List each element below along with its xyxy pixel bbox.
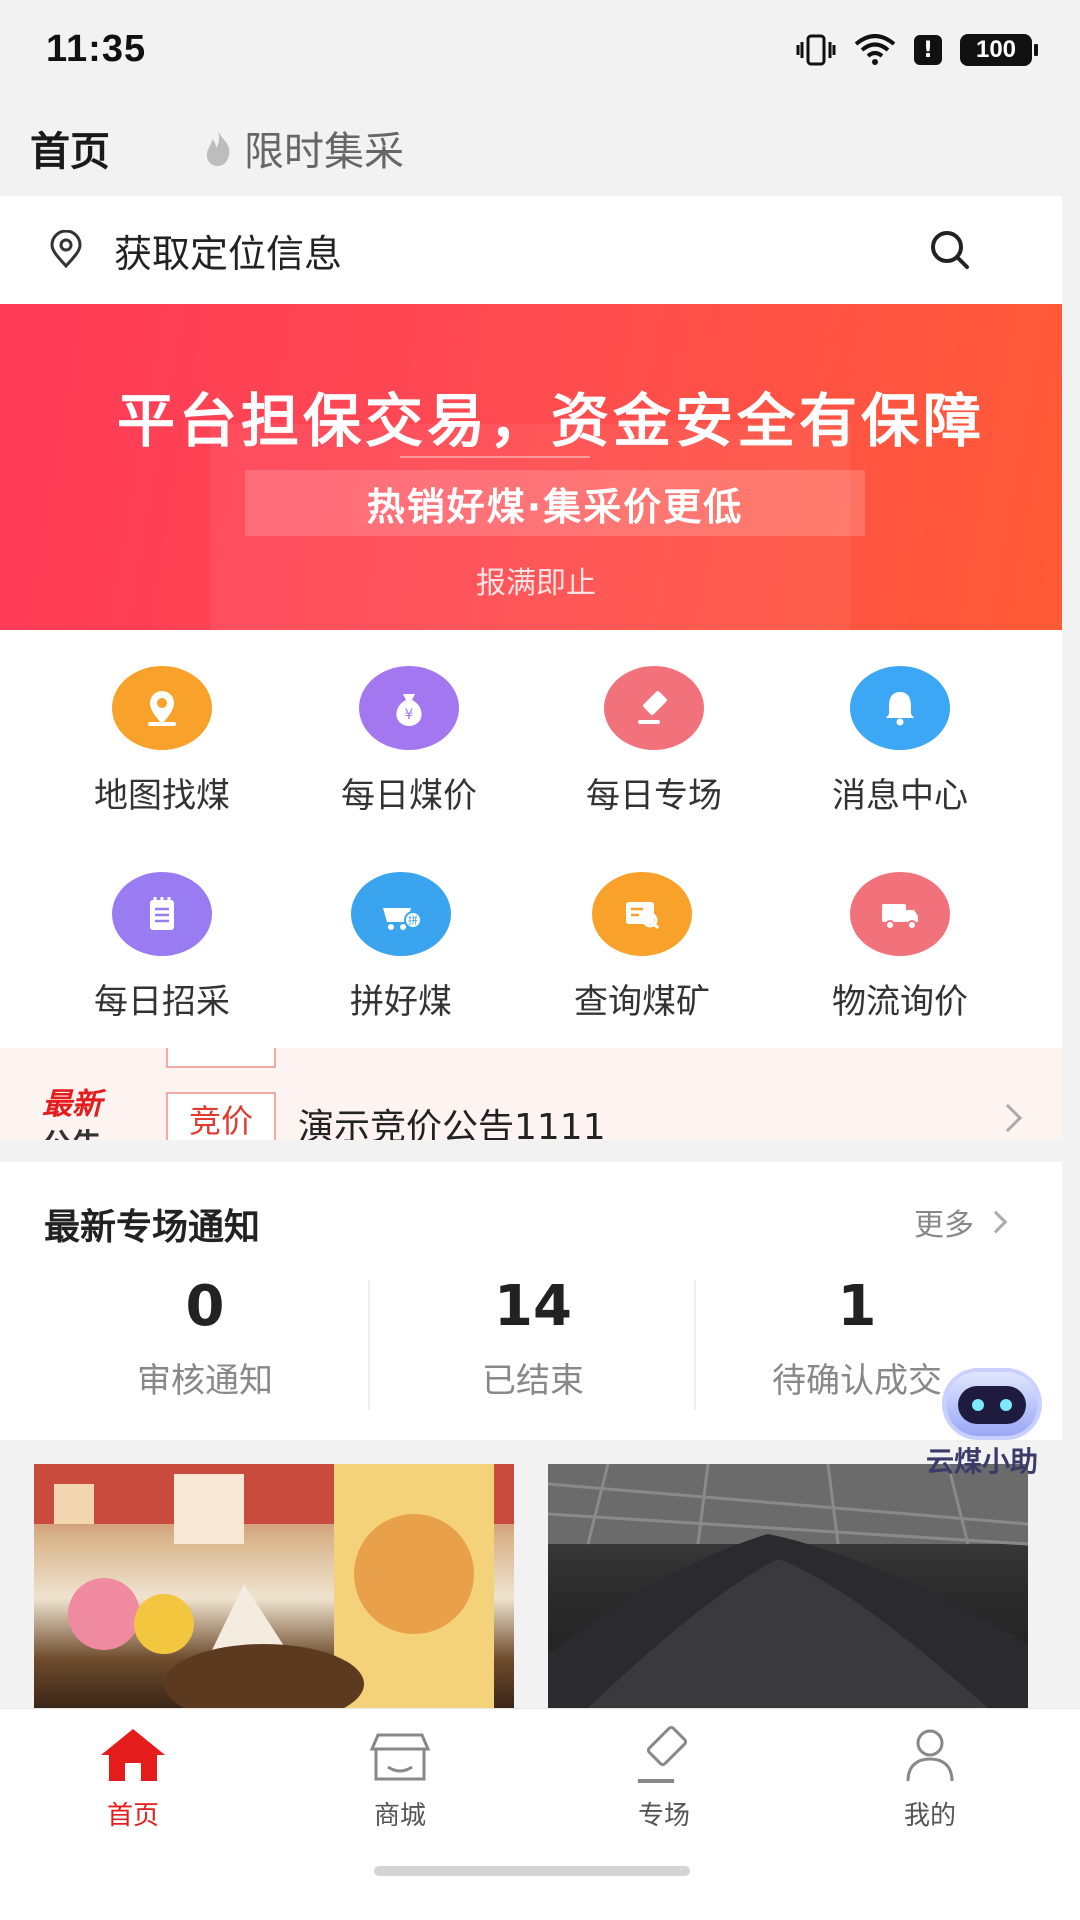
home-icon — [101, 1729, 165, 1781]
tab-flash-sale-label: 限时集采 — [244, 129, 404, 175]
location-pin-icon — [50, 230, 82, 269]
robot-face — [958, 1386, 1026, 1424]
chevron-right-icon — [993, 1103, 1023, 1133]
flame-icon — [206, 131, 230, 166]
quick-item-logistics-quote[interactable]: 物流询价 — [790, 872, 1010, 1023]
svg-text:拼: 拼 — [408, 914, 418, 927]
top-tabs: 首页 限时集采 — [0, 100, 1080, 196]
robot-eye — [1000, 1399, 1012, 1411]
battery-icon: 100 — [960, 34, 1038, 66]
store-icon — [369, 1733, 431, 1781]
tab-flash-sale[interactable]: 限时集采 — [198, 119, 404, 177]
robot-eye — [972, 1399, 984, 1411]
nav-mine[interactable]: 我的 — [830, 1725, 1030, 1832]
product-image-dessert[interactable] — [34, 1464, 514, 1708]
stat-ended[interactable]: 14 已结束 — [368, 1274, 698, 1402]
svg-text:¥: ¥ — [405, 707, 414, 723]
announcement-ticker[interactable]: 最新 公告 竞价 演示竞价公告1111 — [0, 1048, 1062, 1140]
quick-item-label: 消息中心 — [832, 776, 968, 816]
special-notifications-card: 最新专场通知 更多 0 审核通知 14 已结束 1 待确认成交 — [0, 1162, 1062, 1440]
stat-review-notice[interactable]: 0 审核通知 — [40, 1274, 370, 1402]
previous-notice-tag — [166, 1048, 276, 1068]
quick-item-label: 拼好煤 — [350, 982, 452, 1022]
map-pin-icon — [112, 666, 212, 750]
search-icon[interactable] — [926, 226, 974, 274]
nav-label: 首页 — [106, 1801, 159, 1831]
nav-home[interactable]: 首页 — [33, 1725, 233, 1832]
notice-logo-sub: 公告 — [42, 1120, 102, 1140]
banner-note: 报满即止 — [476, 566, 596, 601]
gavel-icon — [604, 666, 704, 750]
status-icons: ! 100 — [796, 34, 1038, 66]
section-title: 最新专场通知 — [44, 1207, 261, 1248]
nav-mall[interactable]: 商城 — [300, 1725, 500, 1832]
quick-item-label: 每日招采 — [94, 982, 230, 1022]
chevron-right-icon — [984, 1210, 1008, 1234]
notice-text: 演示竞价公告1111 — [298, 1107, 606, 1140]
quick-item-daily-special[interactable]: 每日专场 — [544, 666, 764, 817]
banner-title: 平台担保交易，资金安全有保障 — [116, 387, 985, 455]
banner-subtitle-box: 热销好煤·集采价更低 — [245, 470, 865, 536]
user-icon — [906, 1729, 954, 1782]
quick-access-grid: 地图找煤 ¥ 每日煤价 每日专场 消息中心 每日招采 拼 拼好煤 查询煤矿 物流… — [0, 630, 1062, 1048]
notice-category-tag: 竞价 — [166, 1092, 276, 1140]
coal-photo — [548, 1464, 1028, 1708]
nav-label: 商城 — [373, 1801, 426, 1831]
more-link[interactable]: 更多 — [914, 1200, 1008, 1244]
stat-label: 审核通知 — [137, 1361, 273, 1401]
banner-subtitle: 热销好煤·集采价更低 — [366, 484, 744, 529]
gavel-icon — [638, 1725, 688, 1783]
dessert-photo — [34, 1464, 514, 1708]
nav-label: 我的 — [903, 1801, 956, 1831]
location-bar[interactable]: 获取定位信息 — [0, 196, 1062, 304]
stat-value: 1 — [837, 1274, 877, 1339]
product-grid — [0, 1440, 1062, 1708]
quick-item-daily-procurement[interactable]: 每日招采 — [52, 872, 272, 1023]
quick-item-group-buy[interactable]: 拼 拼好煤 — [291, 872, 511, 1023]
wifi-icon — [854, 34, 896, 65]
stat-value: 14 — [494, 1274, 572, 1339]
assistant-label: 云煤小助 — [926, 1445, 1039, 1478]
stat-value: 0 — [185, 1274, 225, 1339]
bell-icon — [850, 666, 950, 750]
bottom-navigation: 首页 商城 专场 我的 — [0, 1708, 1080, 1920]
quick-item-query-mine[interactable]: 查询煤矿 — [532, 872, 752, 1023]
group-cart-icon: 拼 — [351, 872, 451, 956]
quick-item-label: 每日煤价 — [341, 776, 477, 816]
robot-icon — [946, 1372, 1038, 1436]
quick-item-message-center[interactable]: 消息中心 — [790, 666, 1010, 817]
nav-special[interactable]: 专场 — [564, 1725, 764, 1832]
alert-icon: ! — [914, 35, 942, 65]
truck-icon — [850, 872, 950, 956]
nav-label: 专场 — [637, 1801, 690, 1831]
quick-item-label: 物流询价 — [832, 982, 968, 1022]
quick-item-label: 查询煤矿 — [574, 982, 710, 1022]
assistant-floating-button[interactable]: 云煤小助 — [926, 1362, 1066, 1478]
location-text: 获取定位信息 — [114, 231, 343, 276]
money-bag-icon: ¥ — [359, 666, 459, 750]
notepad-icon — [112, 872, 212, 956]
tab-home[interactable]: 首页 — [30, 119, 110, 177]
vibrate-icon — [796, 34, 836, 66]
home-indicator[interactable] — [374, 1866, 690, 1876]
quick-item-label: 每日专场 — [586, 776, 722, 816]
promo-banner[interactable]: 平台担保交易，资金安全有保障 热销好煤·集采价更低 报满即止 — [0, 304, 1062, 630]
more-label: 更多 — [914, 1208, 974, 1243]
quick-item-daily-price[interactable]: ¥ 每日煤价 — [299, 666, 519, 817]
quick-item-map-coal[interactable]: 地图找煤 — [52, 666, 272, 817]
search-document-icon — [592, 872, 692, 956]
stat-label: 已结束 — [482, 1361, 584, 1401]
quick-item-label: 地图找煤 — [94, 776, 230, 816]
product-image-coal[interactable] — [548, 1464, 1028, 1708]
status-bar: 11:35 ! 100 — [0, 0, 1080, 100]
notice-logo: 最新 — [42, 1087, 102, 1122]
status-time: 11:35 — [46, 28, 147, 70]
